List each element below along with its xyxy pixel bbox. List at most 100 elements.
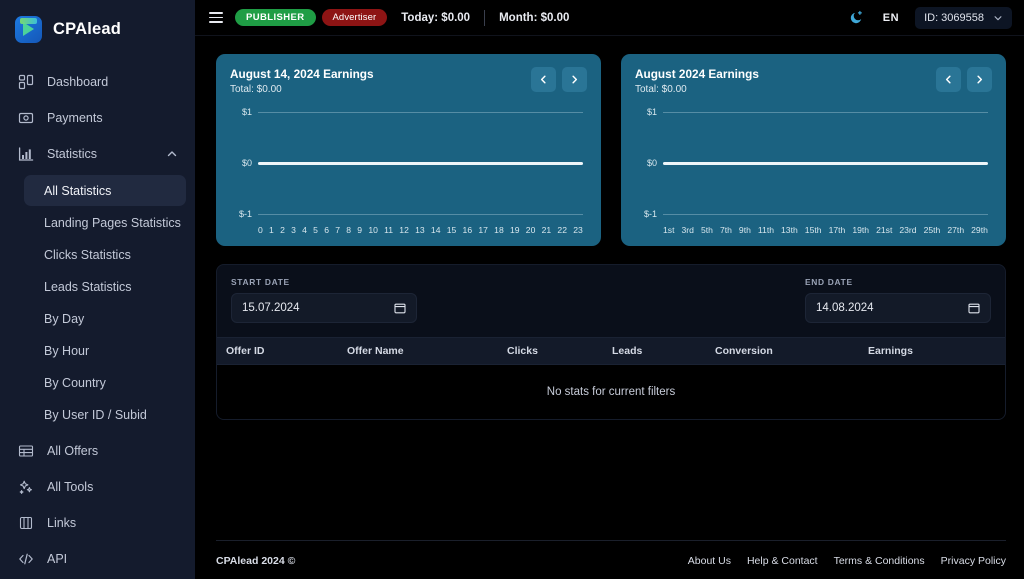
charts-row: August 14, 2024 Earnings Total: $0.00 (216, 54, 1006, 246)
banknote-icon (17, 110, 34, 127)
gridline-bottom (663, 214, 988, 215)
book-icon (17, 515, 34, 532)
hamburger-menu-icon[interactable] (203, 5, 229, 31)
column-header-clicks[interactable]: Clicks (507, 345, 612, 357)
x-tick-label: 4 (302, 225, 307, 235)
column-header-offer-name[interactable]: Offer Name (347, 345, 507, 357)
x-tick-label: 5 (313, 225, 318, 235)
account-id-dropdown[interactable]: ID: 3069558 (915, 7, 1012, 29)
x-tick-label: 5th (701, 225, 713, 235)
start-date-field: START DATE 15.07.2024 (231, 277, 417, 323)
sidebar-item-leads-statistics[interactable]: Leads Statistics (24, 271, 186, 302)
x-tick-label: 22 (557, 225, 567, 235)
submenu-label: Clicks Statistics (44, 248, 131, 262)
column-header-leads[interactable]: Leads (612, 345, 715, 357)
sparkles-icon (17, 479, 34, 496)
column-header-conversion[interactable]: Conversion (715, 345, 868, 357)
x-tick-label: 27th (947, 225, 964, 235)
chevron-left-icon[interactable] (531, 67, 556, 92)
end-date-label: END DATE (805, 277, 991, 287)
x-tick-label: 10 (368, 225, 378, 235)
series-line (258, 162, 583, 165)
sidebar-item-landing-pages-statistics[interactable]: Landing Pages Statistics (24, 207, 186, 238)
chart-nav-buttons (936, 67, 992, 92)
x-tick-label: 25th (924, 225, 941, 235)
daily-earnings-chart: August 14, 2024 Earnings Total: $0.00 (216, 54, 601, 246)
footer-link-help-contact[interactable]: Help & Contact (747, 555, 818, 567)
sidebar-item-by-day[interactable]: By Day (24, 303, 186, 334)
submenu-label: By Hour (44, 344, 89, 358)
chevron-down-icon (993, 13, 1003, 23)
footer-link-terms-conditions[interactable]: Terms & Conditions (834, 555, 925, 567)
start-date-input[interactable]: 15.07.2024 (231, 293, 417, 323)
x-tick-label: 20 (526, 225, 536, 235)
footer-link-about-us[interactable]: About Us (688, 555, 731, 567)
submenu-label: By User ID / Subid (44, 408, 147, 422)
x-tick-label: 0 (258, 225, 263, 235)
x-tick-label: 9 (357, 225, 362, 235)
x-tick-label: 9th (739, 225, 751, 235)
calendar-icon[interactable] (394, 302, 406, 314)
sidebar-item-statistics[interactable]: Statistics (0, 136, 195, 172)
cpalead-logo-icon (15, 16, 42, 43)
footer-link-privacy-policy[interactable]: Privacy Policy (941, 555, 1006, 567)
chart-plot-area: $1 $0 $-1 012345678910111213141516171819… (230, 107, 587, 233)
sidebar-item-all-statistics[interactable]: All Statistics (24, 175, 186, 206)
publisher-toggle[interactable]: PUBLISHER (235, 9, 316, 26)
chevron-right-icon[interactable] (562, 67, 587, 92)
x-tick-label: 29th (971, 225, 988, 235)
x-tick-label: 16 (463, 225, 473, 235)
gridline-top (663, 112, 988, 113)
chevron-up-icon[interactable] (166, 148, 178, 160)
sidebar-item-api[interactable]: API (0, 541, 195, 577)
chart-titles: August 14, 2024 Earnings Total: $0.00 (230, 67, 374, 95)
x-tick-label: 11th (758, 225, 774, 235)
language-selector[interactable]: EN (883, 12, 899, 24)
sidebar-item-payments[interactable]: Payments (0, 100, 195, 136)
account-id-label: ID: 3069558 (924, 12, 984, 24)
x-tick-label: 19 (510, 225, 520, 235)
x-tick-label: 1st (663, 225, 674, 235)
column-header-offer-id[interactable]: Offer ID (217, 345, 347, 357)
moon-theme-icon[interactable] (845, 6, 869, 30)
brand-name: CPAlead (53, 20, 121, 39)
sidebar-item-all-offers[interactable]: All Offers (0, 433, 195, 469)
column-header-earnings[interactable]: Earnings (868, 345, 1005, 357)
x-tick-label: 14 (431, 225, 441, 235)
sidebar-item-by-user-id-subid[interactable]: By User ID / Subid (24, 399, 186, 430)
x-tick-label: 11 (384, 225, 393, 235)
sidebar-item-by-hour[interactable]: By Hour (24, 335, 186, 366)
sidebar-item-links[interactable]: Links (0, 505, 195, 541)
statistics-submenu: All Statistics Landing Pages Statistics … (0, 172, 195, 433)
code-brackets-icon (17, 551, 34, 568)
content-area: August 14, 2024 Earnings Total: $0.00 (195, 36, 1024, 540)
chevron-left-icon[interactable] (936, 67, 961, 92)
chevron-right-icon[interactable] (967, 67, 992, 92)
x-tick-label: 12 (399, 225, 409, 235)
advertiser-toggle[interactable]: Advertiser (322, 9, 388, 26)
chart-header: August 14, 2024 Earnings Total: $0.00 (230, 67, 587, 95)
x-tick-label: 17 (478, 225, 488, 235)
y-tick-label: $1 (230, 107, 252, 117)
calendar-icon[interactable] (968, 302, 980, 314)
sidebar-item-all-tools[interactable]: All Tools (0, 469, 195, 505)
sidebar-item-label: API (47, 552, 67, 566)
chart-title: August 14, 2024 Earnings (230, 67, 374, 81)
x-axis-labels: 01234567891011121314151617181920212223 (258, 225, 583, 235)
sidebar-item-label: Payments (47, 111, 103, 125)
submenu-label: By Day (44, 312, 84, 326)
sidebar-item-label: Dashboard (47, 75, 108, 89)
x-tick-label: 2 (280, 225, 285, 235)
sidebar-item-by-country[interactable]: By Country (24, 367, 186, 398)
chart-nav-buttons (531, 67, 587, 92)
start-date-value: 15.07.2024 (242, 302, 300, 314)
sidebar-item-clicks-statistics[interactable]: Clicks Statistics (24, 239, 186, 270)
start-date-label: START DATE (231, 277, 417, 287)
x-tick-label: 13 (415, 225, 425, 235)
brand-logo[interactable]: CPAlead (0, 0, 195, 58)
sidebar: CPAlead Dashboard (0, 0, 195, 579)
sidebar-item-dashboard[interactable]: Dashboard (0, 64, 195, 100)
y-tick-label: $0 (230, 158, 252, 168)
end-date-input[interactable]: 14.08.2024 (805, 293, 991, 323)
chart-title: August 2024 Earnings (635, 67, 759, 81)
